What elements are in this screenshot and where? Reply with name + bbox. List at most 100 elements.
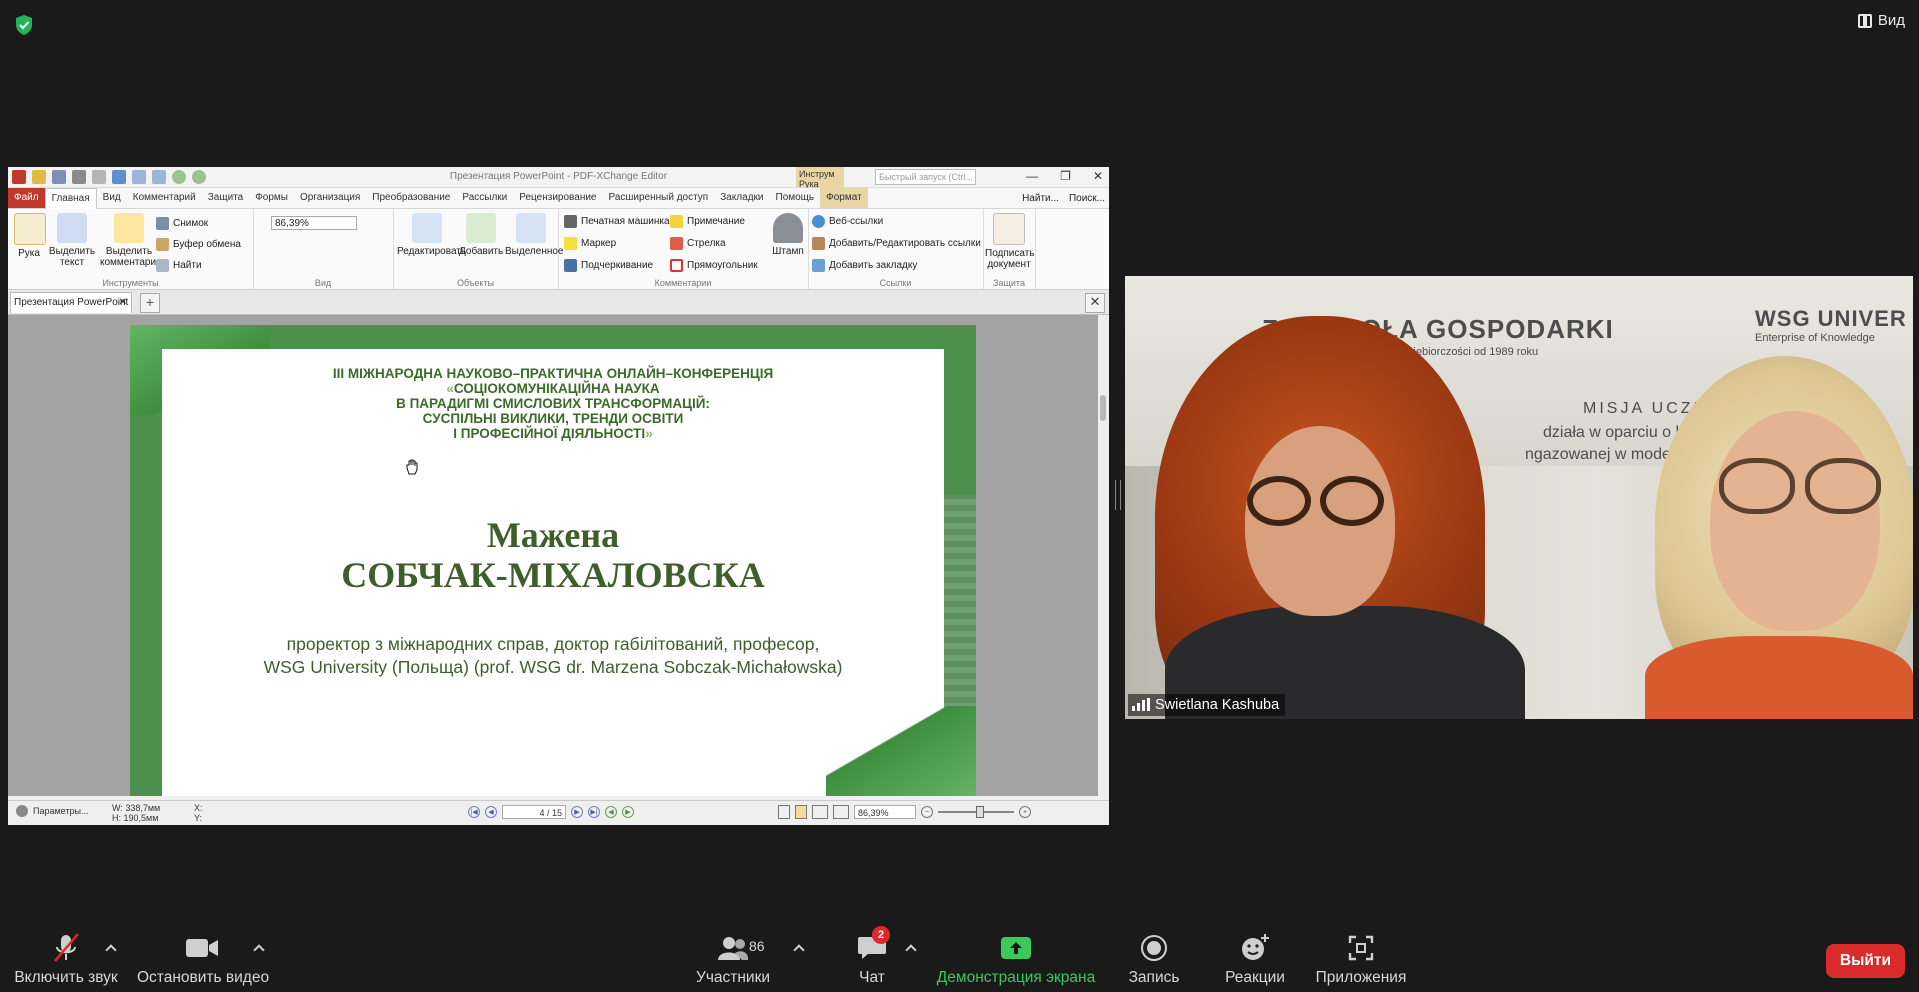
tab-protect[interactable]: Защита — [202, 188, 249, 208]
tab-convert[interactable]: Преобразование — [366, 188, 456, 208]
find-button[interactable]: Найти... — [1022, 193, 1059, 204]
find-icon — [156, 259, 169, 272]
pdf-editor-window: Презентация PowerPoint - PDF-XChange Edi… — [8, 167, 1109, 825]
close-tab-icon[interactable]: ✕ — [119, 293, 127, 313]
options-label: Параметры... — [33, 806, 89, 816]
camera-icon — [156, 217, 169, 230]
restore-button[interactable]: ❐ — [1060, 169, 1071, 183]
underline-icon — [564, 259, 577, 272]
tab-forms[interactable]: Формы — [249, 188, 294, 208]
typewriter-button[interactable]: Печатная машинка — [564, 215, 670, 228]
history-back-icon[interactable]: ◀ — [605, 806, 617, 818]
participant-2-body — [1645, 636, 1913, 719]
select-comments-button[interactable]: Выделить комментарии — [100, 213, 162, 268]
tab-bookmarks[interactable]: Закладки — [714, 188, 769, 208]
first-page-icon[interactable]: |◀ — [468, 806, 480, 818]
sign-document-button[interactable]: Подписать документ — [985, 213, 1035, 270]
new-tab-button[interactable]: + — [140, 293, 160, 313]
tab-home[interactable]: Главная — [44, 187, 97, 209]
zoom-combo[interactable]: 86,39% — [271, 216, 357, 230]
status-zoom-combo[interactable]: 86,39% — [854, 805, 916, 819]
tab-mailing[interactable]: Рассылки — [456, 188, 513, 208]
document-tab[interactable]: Презентация PowerPoint ✕ — [10, 292, 132, 313]
single-page-icon[interactable] — [778, 805, 790, 819]
participant-name-tag: Swietlana Kashuba — [1128, 694, 1286, 716]
underline-button[interactable]: Подчеркивание — [564, 259, 653, 272]
edit-icon — [412, 213, 442, 243]
facing-icon[interactable] — [812, 805, 828, 819]
next-page-icon[interactable]: ▶ — [571, 806, 583, 818]
links-group: Веб-ссылки Добавить/Редактировать ссылки… — [808, 209, 984, 289]
tab-comment[interactable]: Комментарий — [127, 188, 202, 208]
marker-button[interactable]: Маркер — [564, 237, 616, 250]
vertical-scrollbar[interactable] — [1098, 315, 1109, 796]
continuous-icon[interactable] — [795, 805, 807, 819]
participants-caret-icon[interactable] — [794, 942, 804, 952]
tab-share[interactable]: Расширенный доступ — [602, 188, 714, 208]
hand-tool-button[interactable]: Рука — [14, 213, 46, 259]
underline-label: Подчеркивание — [581, 260, 654, 271]
facing-continuous-icon[interactable] — [833, 805, 849, 819]
arrow-button[interactable]: Стрелка — [670, 237, 726, 250]
tab-view[interactable]: Вид — [97, 188, 127, 208]
tab-review[interactable]: Рецензирование — [513, 188, 602, 208]
tab-format[interactable]: Формат — [820, 188, 868, 208]
wall-text-2: WSG UNIVER — [1755, 306, 1907, 331]
apps-button[interactable]: Приложения — [1313, 932, 1409, 987]
record-button[interactable]: Запись — [1126, 932, 1182, 987]
links-group-label: Ссылки — [879, 278, 912, 288]
stamp-button[interactable]: Штамп — [770, 213, 806, 257]
page-size: W: 338,7мм H: 190,5мм — [112, 803, 160, 823]
pane-splitter[interactable] — [1115, 480, 1121, 510]
search-button[interactable]: Поиск... — [1069, 193, 1105, 204]
reactions-button[interactable]: Реакции — [1223, 932, 1287, 987]
rectangle-button[interactable]: Прямоугольник — [670, 259, 758, 272]
share-screen-button[interactable]: Демонстрация экрана — [935, 932, 1097, 987]
history-forward-icon[interactable]: ▶ — [622, 806, 634, 818]
prev-page-icon[interactable]: ◀ — [485, 806, 497, 818]
select-text-button[interactable]: Выделить текст — [48, 213, 96, 268]
view-button[interactable]: Вид — [1857, 12, 1905, 29]
arrow-label: Стрелка — [687, 238, 726, 249]
last-page-icon[interactable]: ▶| — [588, 806, 600, 818]
participant-video-tile[interactable]: ZA SZKOŁA GOSPODARKI WSG UNIVER Enterpri… — [1125, 276, 1913, 719]
note-button[interactable]: Примечание — [670, 215, 745, 228]
chat-button[interactable]: 2 Чат — [850, 926, 894, 987]
chat-caret-icon[interactable] — [906, 942, 916, 952]
tab-help[interactable]: Помощь — [770, 188, 821, 208]
unmute-button[interactable]: Включить звук — [12, 932, 120, 987]
audio-options-caret-icon[interactable] — [106, 942, 116, 952]
web-links-button[interactable]: Веб-ссылки — [812, 215, 883, 228]
participants-button[interactable]: 86 Участники — [693, 932, 773, 987]
add-bookmark-label: Добавить закладку — [829, 260, 918, 271]
minimize-button[interactable]: — — [1026, 169, 1038, 183]
selected-button[interactable]: Выделенное — [505, 213, 564, 257]
zoom-in-icon[interactable]: + — [1019, 806, 1031, 818]
scrollbar-thumb[interactable] — [1100, 395, 1106, 421]
add-button[interactable]: Добавить — [459, 213, 503, 257]
quick-launch-search[interactable]: Быстрый запуск (Ctrl... — [875, 169, 976, 185]
hand-cursor-icon — [406, 459, 418, 475]
snapshot-button[interactable]: Снимок — [156, 217, 208, 230]
tab-organize[interactable]: Организация — [294, 188, 366, 208]
status-bar: Параметры... W: 338,7мм H: 190,5мм X: Y:… — [8, 800, 1109, 825]
video-options-caret-icon[interactable] — [254, 942, 264, 952]
close-document-button[interactable]: ✕ — [1085, 293, 1105, 313]
options-button[interactable]: Параметры... — [16, 805, 88, 817]
find-tool-button[interactable]: Найти — [156, 259, 202, 272]
page-input[interactable]: 4 / 15 — [502, 805, 566, 819]
add-bookmark-button[interactable]: Добавить закладку — [812, 259, 917, 272]
zoom-out-icon[interactable]: − — [921, 806, 933, 818]
zoom-slider-knob[interactable] — [976, 806, 984, 818]
edit-button[interactable]: Редактировать — [397, 213, 466, 257]
tab-file[interactable]: Файл — [8, 188, 45, 208]
document-viewport[interactable]: ІІІ МІЖНАРОДНА НАУКОВО–ПРАКТИЧНА ОНЛАЙН–… — [8, 315, 1098, 796]
leave-button[interactable]: Выйти — [1825, 944, 1905, 978]
security-shield-icon[interactable] — [14, 14, 34, 36]
stop-video-button[interactable]: Остановить видео — [137, 932, 269, 987]
zoom-slider[interactable] — [938, 806, 1014, 818]
close-button[interactable]: ✕ — [1093, 169, 1103, 183]
clipboard-button[interactable]: Буфер обмена — [156, 238, 241, 251]
ribbon-tabs-right: Найти... Поиск... — [1022, 193, 1105, 204]
edit-links-button[interactable]: Добавить/Редактировать ссылки — [812, 237, 981, 250]
